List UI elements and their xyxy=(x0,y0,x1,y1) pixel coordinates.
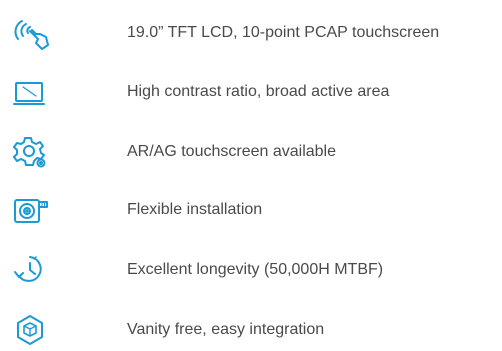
monitor-icon xyxy=(8,74,52,110)
touch-gesture-icon xyxy=(8,15,52,51)
cube-integration-icon xyxy=(8,312,52,348)
feature-label: High contrast ratio, broad active area xyxy=(127,83,390,100)
feature-label: AR/AG touchscreen available xyxy=(127,143,336,160)
feature-list: 19.0” TFT LCD, 10-point PCAP touchscreen… xyxy=(0,0,502,351)
feature-row-longevity: Excellent longevity (50,000H MTBF) xyxy=(0,250,502,290)
feature-label: Flexible installation xyxy=(127,201,263,218)
feature-row-artouch: AR/AG touchscreen available xyxy=(0,132,502,172)
gear-settings-icon xyxy=(8,134,52,170)
feature-row-installation: Flexible installation xyxy=(0,190,502,230)
feature-label: Excellent longevity (50,000H MTBF) xyxy=(127,261,384,278)
feature-label: 19.0” TFT LCD, 10-point PCAP touchscreen xyxy=(127,24,440,41)
timer-longevity-icon xyxy=(8,252,52,288)
feature-label: Vanity free, easy integration xyxy=(127,321,325,338)
installation-icon xyxy=(8,192,52,228)
feature-row-touchscreen: 19.0” TFT LCD, 10-point PCAP touchscreen xyxy=(0,13,502,53)
feature-row-contrast: High contrast ratio, broad active area xyxy=(0,72,502,112)
feature-row-integration: Vanity free, easy integration xyxy=(0,310,502,350)
